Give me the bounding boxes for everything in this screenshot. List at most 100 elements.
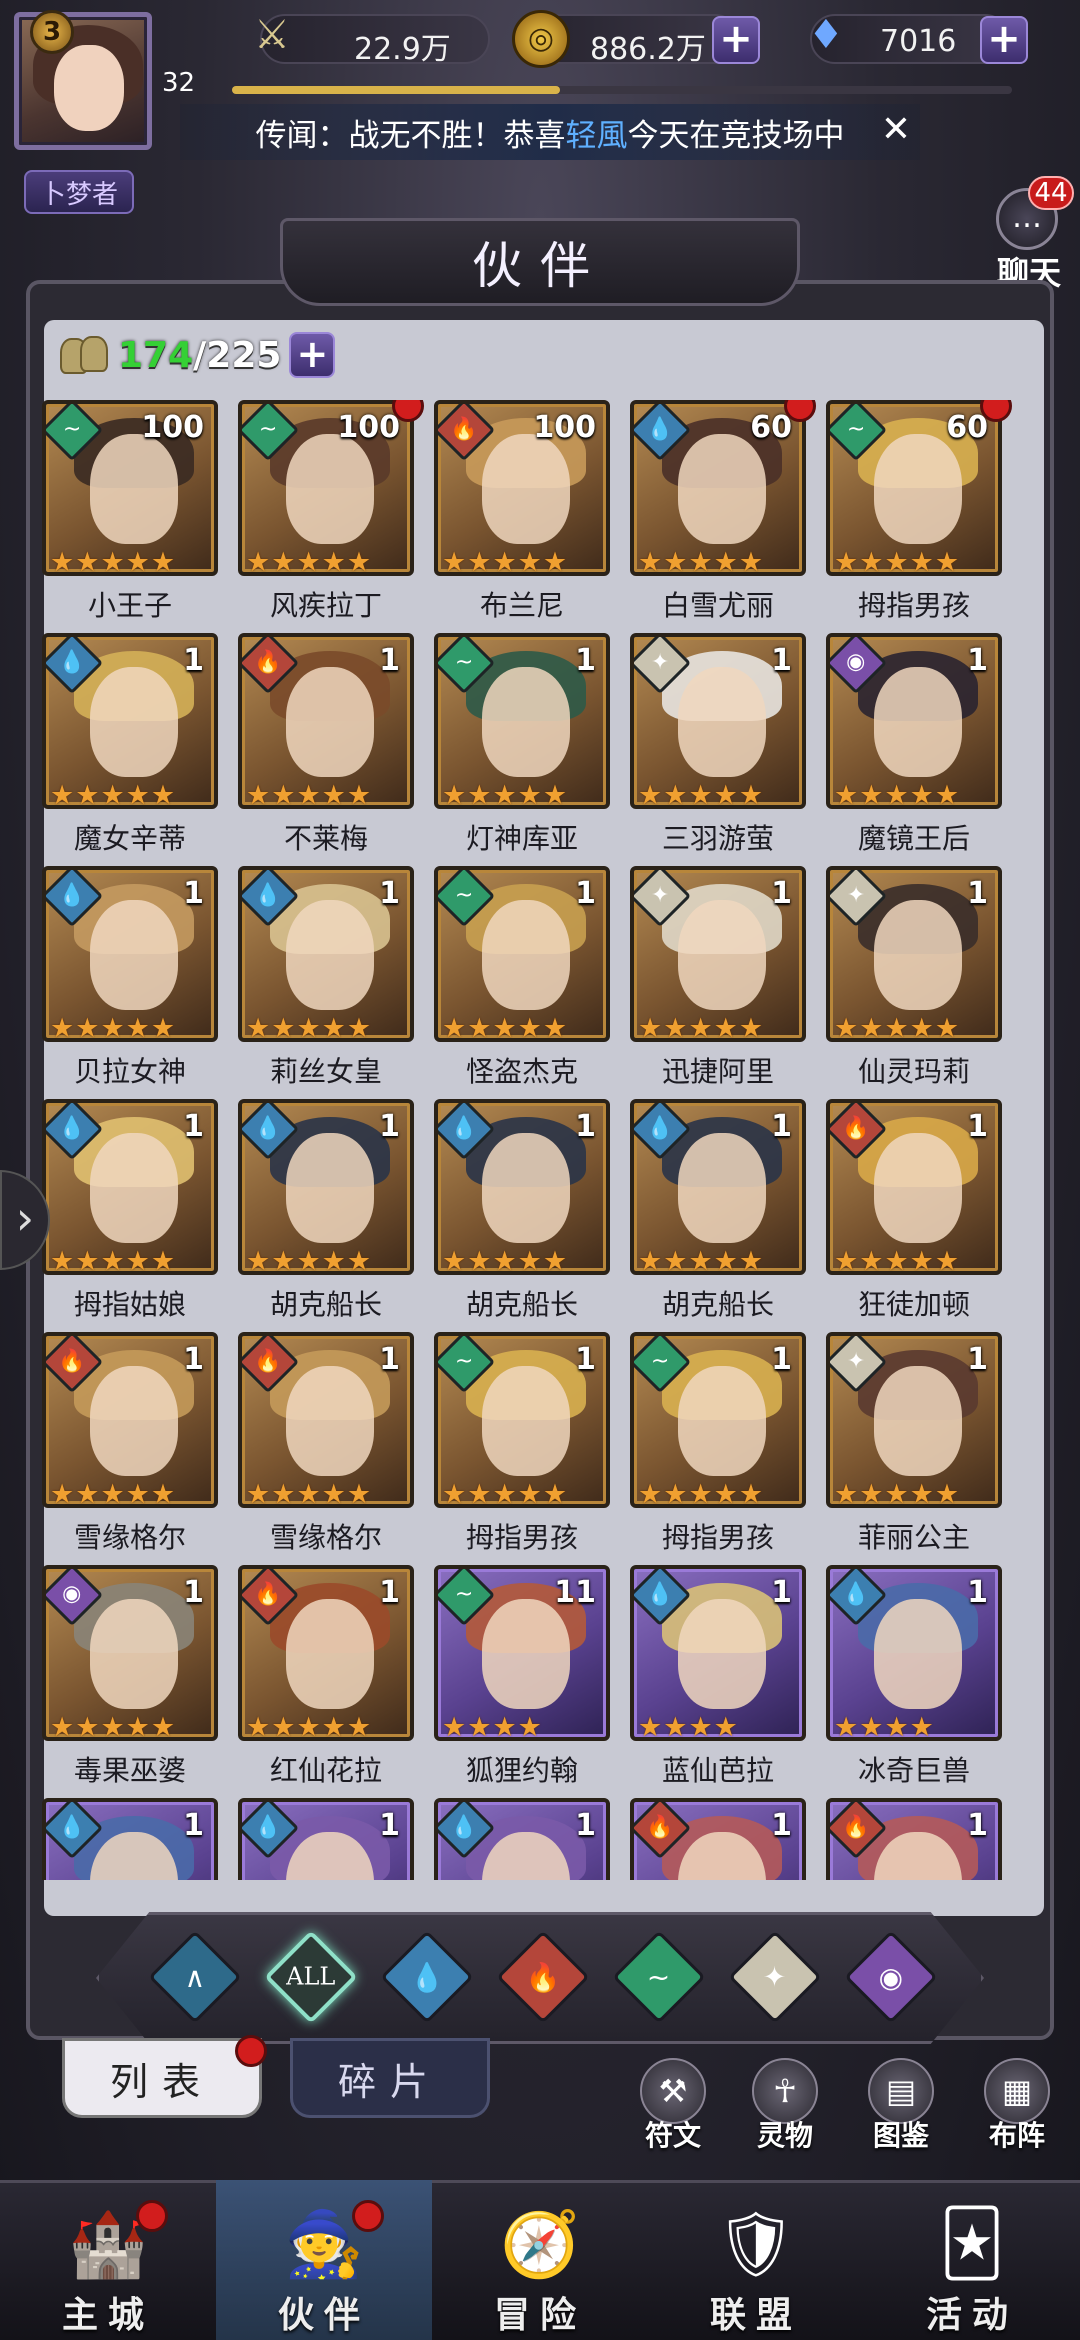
star-icon: ★ [246, 1479, 271, 1508]
hero-card[interactable]: 💧 1 [42, 1798, 218, 1880]
star-icon: ★ [492, 780, 517, 809]
filter-fire[interactable]: 🔥 [496, 1930, 590, 2024]
star-icon: ★ [909, 1479, 934, 1508]
hero-card[interactable]: 💧 1 ★ ★ ★ ★ ★ 贝拉女神 [42, 866, 218, 1098]
star-icon: ★ [909, 1246, 934, 1275]
add-gem-button[interactable]: + [980, 16, 1028, 64]
nav-alliance[interactable]: 🛡 联盟 [648, 2180, 864, 2340]
nav-home[interactable]: 🏰 主城 [0, 2180, 216, 2340]
hero-card[interactable]: ◉ 1 ★ ★ ★ ★ ★ 魔镜王后 [826, 633, 1002, 865]
hero-level: 1 [183, 1342, 204, 1377]
hero-card[interactable]: 🔥 1 [630, 1798, 806, 1880]
roster-max: /225 [193, 334, 282, 376]
star-icon: ★ [150, 1712, 176, 1741]
hero-card[interactable]: ◉ 1 ★ ★ ★ ★ ★ 毒果巫婆 [42, 1565, 218, 1797]
hero-card[interactable]: ✦ 1 ★ ★ ★ ★ ★ 迅捷阿里 [630, 866, 806, 1098]
hero-portrait: ~11 ★ ★ ★ ★ [434, 1565, 610, 1741]
filter-water-alt[interactable]: ∧ [148, 1930, 242, 2024]
star-icon: ★ [271, 1013, 296, 1042]
hero-stars: ★ ★ ★ ★ ★ [834, 1015, 998, 1038]
hero-card[interactable]: 🔥 1 [826, 1798, 1002, 1880]
hero-name: 莉丝女皇 [269, 1055, 382, 1088]
hero-card[interactable]: ~1 ★ ★ ★ ★ ★ 拇指男孩 [434, 1332, 610, 1564]
filter-water[interactable]: 💧 [380, 1930, 474, 2024]
hero-stars: ★ ★ ★ ★ ★ [50, 1712, 214, 1741]
hero-card[interactable]: ~100 ★ ★ ★ ★ ★ 小王子 [42, 400, 218, 632]
filter-all[interactable]: ALL [264, 1930, 358, 2024]
hero-card[interactable]: ~1 ★ ★ ★ ★ ★ 拇指男孩 [630, 1332, 806, 1564]
hero-portrait: 💧 1 ★ ★ ★ ★ ★ [238, 866, 414, 1042]
gold-value: 886.2万 [590, 32, 706, 67]
hero-card[interactable]: 🔥 100 ★ ★ ★ ★ ★ 布兰尼 [434, 400, 610, 632]
tab-list[interactable]: 列表 [62, 2035, 267, 2118]
hero-card[interactable]: 💧 1 ★ ★ ★ ★ ★ 魔女辛蒂 [42, 633, 218, 865]
hero-portrait: 💧 1 [42, 1798, 218, 1880]
hero-level: 1 [379, 1342, 400, 1377]
star-icon: ★ [442, 780, 467, 809]
add-gold-button[interactable]: + [712, 16, 760, 64]
hero-card[interactable]: ~1 ★ ★ ★ ★ ★ 怪盗杰克 [434, 866, 610, 1098]
hero-card[interactable]: ~1 ★ ★ ★ ★ ★ 灯神库亚 [434, 633, 610, 865]
filter-wind[interactable]: ~ [612, 1930, 706, 2024]
nav-adventure[interactable]: 🧭 冒险 [432, 2180, 648, 2340]
hero-card[interactable]: 💧 1 ★ ★ ★ ★ ★ 胡克船长 [238, 1099, 414, 1331]
expand-roster-button[interactable]: + [289, 332, 336, 378]
hero-card[interactable]: ~11 ★ ★ ★ ★ 狐狸约翰 [434, 1565, 610, 1797]
star-icon: ★ [884, 1712, 909, 1741]
hero-card[interactable]: 💧 1 [434, 1798, 610, 1880]
star-icon: ★ [713, 1712, 738, 1741]
star-icon: ★ [150, 780, 176, 809]
close-icon[interactable]: ✕ [876, 110, 916, 150]
hero-level: 1 [967, 1575, 988, 1610]
player-title-badge[interactable]: 卜梦者 [24, 170, 134, 214]
hero-card[interactable]: 🔥 1 ★ ★ ★ ★ ★ 不莱梅 [238, 633, 414, 865]
star-icon: ★ [859, 547, 884, 576]
hero-card[interactable]: 🔥 1 ★ ★ ★ ★ ★ 红仙花拉 [238, 1565, 414, 1797]
hero-card[interactable]: 💧 1 ★ ★ ★ ★ ★ 胡克船长 [434, 1099, 610, 1331]
hero-face [874, 1366, 962, 1476]
star-icon: ★ [713, 1479, 738, 1508]
star-icon: ★ [542, 1479, 568, 1508]
hero-card[interactable]: 🔥 1 ★ ★ ★ ★ ★ 雪缘格尔 [42, 1332, 218, 1564]
star-icon: ★ [296, 1013, 321, 1042]
hero-card[interactable]: 🔥 1 ★ ★ ★ ★ ★ 雪缘格尔 [238, 1332, 414, 1564]
hero-card[interactable]: ✦ 1 ★ ★ ★ ★ ★ 仙灵玛莉 [826, 866, 1002, 1098]
hero-card[interactable]: 💧 1 ★ ★ ★ ★ 冰奇巨兽 [826, 1565, 1002, 1797]
star-icon: ★ [50, 780, 75, 809]
star-icon: ★ [150, 1479, 176, 1508]
hero-card[interactable]: 💧 1 ★ ★ ★ ★ ★ 胡克船长 [630, 1099, 806, 1331]
nav-partners[interactable]: 🧙 伙伴 [216, 2180, 432, 2340]
rune-button[interactable]: ⚒ 符文 [628, 2058, 718, 2158]
filter-dark[interactable]: ◉ [844, 1930, 938, 2024]
hero-card[interactable]: ✦ 1 ★ ★ ★ ★ ★ 三羽游萤 [630, 633, 806, 865]
hero-card[interactable]: 💧 1 ★ ★ ★ ★ 蓝仙芭拉 [630, 1565, 806, 1797]
hero-face [286, 1133, 374, 1243]
hero-card[interactable]: ~100 ★ ★ ★ ★ ★ 风疾拉丁 [238, 400, 424, 632]
hero-card[interactable]: 💧 1 ★ ★ ★ ★ ★ 拇指姑娘 [42, 1099, 218, 1331]
hero-card[interactable]: 🔥 1 ★ ★ ★ ★ ★ 狂徒加顿 [826, 1099, 1002, 1331]
hero-face [286, 667, 374, 777]
hero-stars: ★ ★ ★ ★ ★ [246, 1248, 410, 1271]
hero-name: 布兰尼 [479, 589, 564, 622]
hero-portrait: 💧 1 ★ ★ ★ ★ [826, 1565, 1002, 1741]
hero-card[interactable]: 💧 1 [238, 1798, 414, 1880]
star-icon: ★ [638, 1712, 663, 1741]
hero-face [874, 900, 962, 1010]
codex-button[interactable]: ▤ 图鉴 [856, 2058, 946, 2158]
hero-card[interactable]: 💧 1 ★ ★ ★ ★ ★ 莉丝女皇 [238, 866, 414, 1098]
spirit-button[interactable]: ☥ 灵物 [740, 2058, 830, 2158]
hero-card[interactable]: 💧 60 ★ ★ ★ ★ ★ 白雪尤丽 [630, 400, 816, 632]
hero-card[interactable]: ✦ 1 ★ ★ ★ ★ ★ 菲丽公主 [826, 1332, 1002, 1564]
hero-portrait: ~1 ★ ★ ★ ★ ★ [434, 866, 610, 1042]
formation-button[interactable]: ▦ 布阵 [972, 2058, 1062, 2158]
hero-stars: ★ ★ ★ ★ ★ [638, 549, 802, 572]
hero-card[interactable]: ~60 ★ ★ ★ ★ ★ 拇指男孩 [826, 400, 1012, 632]
star-icon: ★ [125, 1246, 150, 1275]
chat-button[interactable]: … 44 聊天 [984, 176, 1074, 292]
filter-light[interactable]: ✦ [728, 1930, 822, 2024]
hero-level: 1 [379, 1109, 400, 1144]
hero-portrait: ~1 ★ ★ ★ ★ ★ [434, 1332, 610, 1508]
hero-name: 贝拉女神 [73, 1055, 186, 1088]
tab-fragments[interactable]: 碎片 [290, 2038, 490, 2118]
nav-events[interactable]: 🃏 活动 [864, 2180, 1080, 2340]
